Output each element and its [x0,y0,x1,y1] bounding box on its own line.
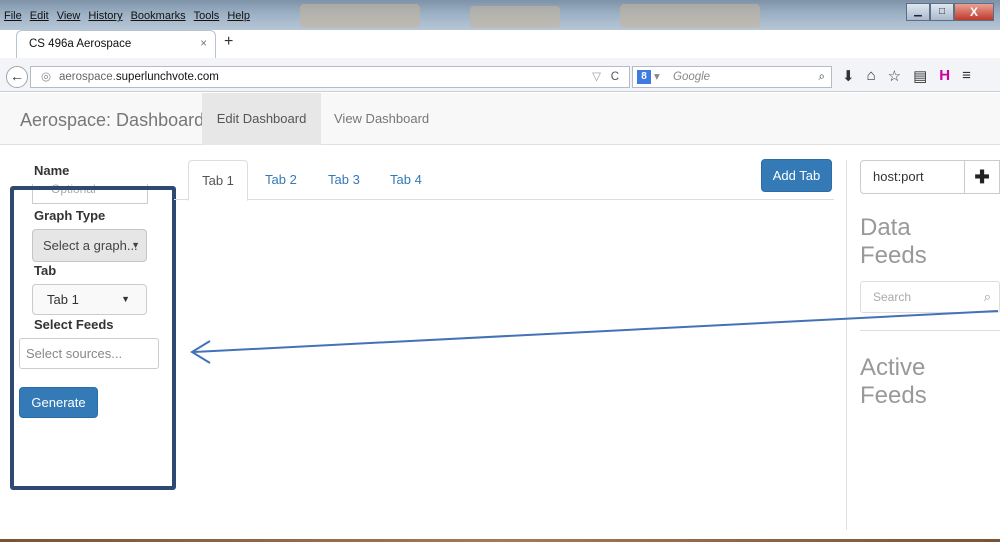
annotation-arrow [190,310,999,364]
